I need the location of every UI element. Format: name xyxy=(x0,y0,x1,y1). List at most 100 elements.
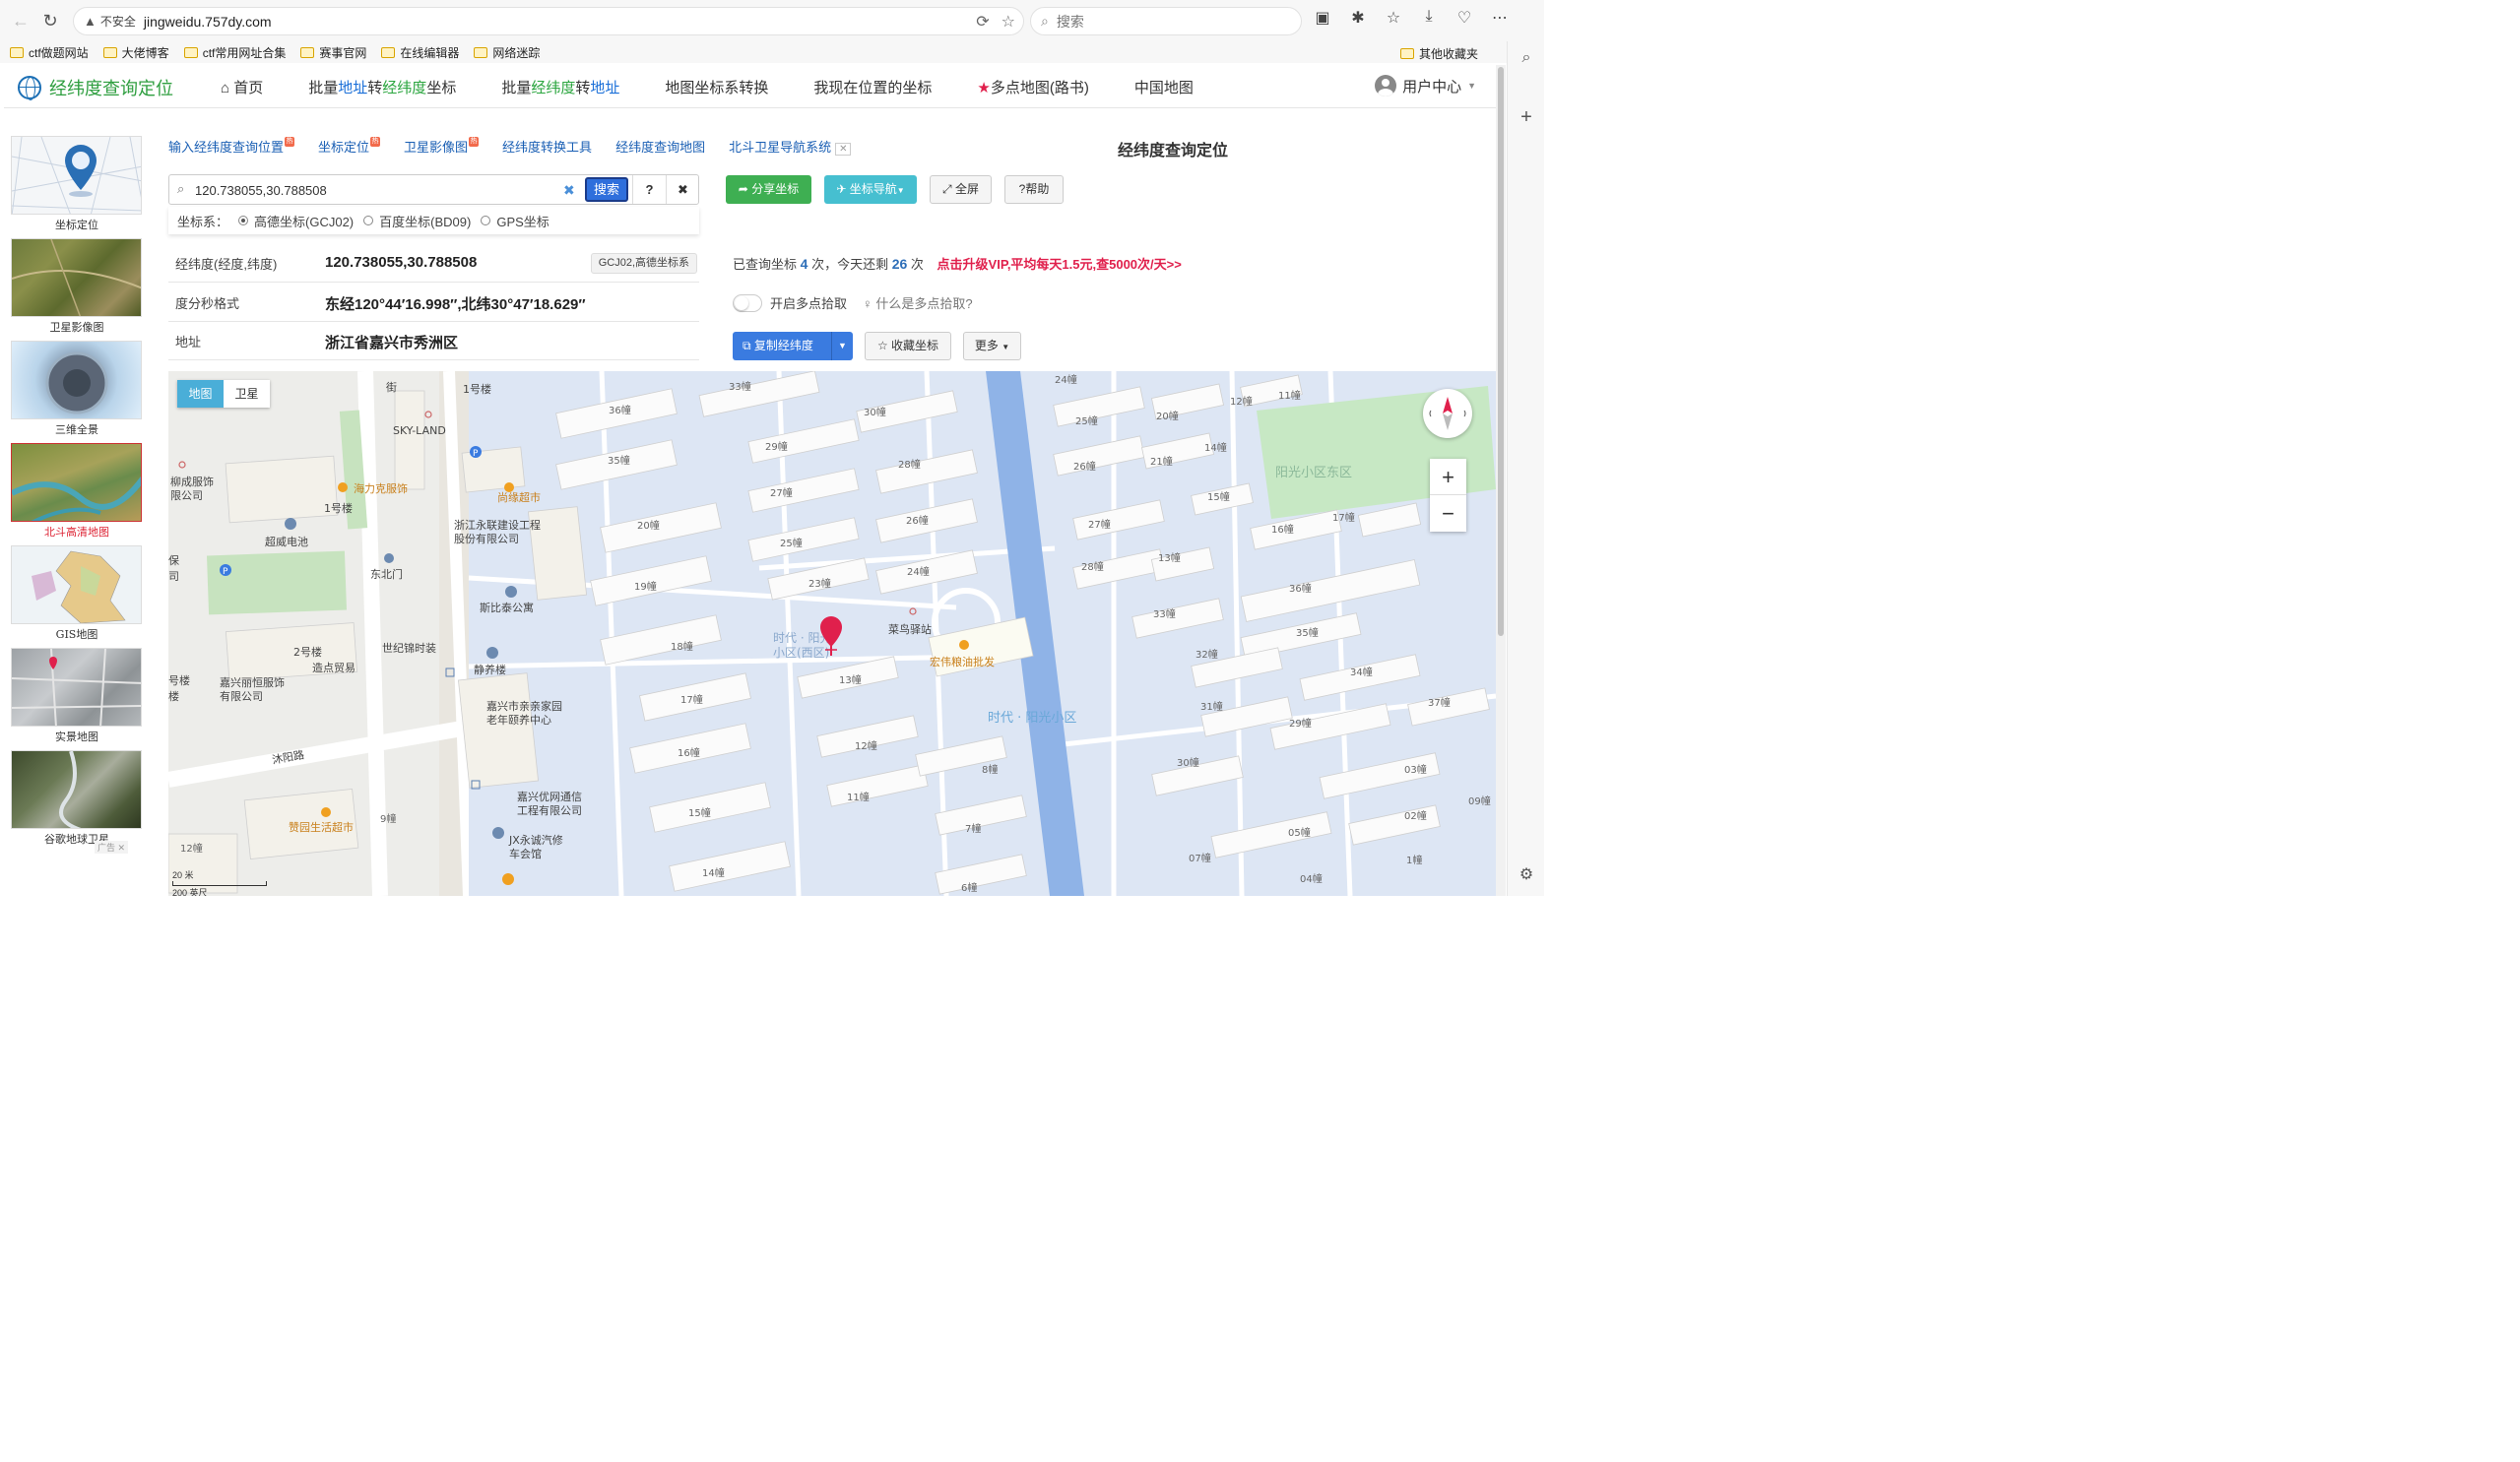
browser-toolbar: ← ↻ ▲ 不安全 jingweidu.757dy.com ⟳ ☆ ⌕ ▣ ✱ … xyxy=(0,0,1544,41)
nav-my-location[interactable]: 我现在位置的坐标 xyxy=(813,77,932,97)
map-label: 13幢 xyxy=(1158,553,1181,564)
multi-pick-toggle[interactable] xyxy=(733,293,762,312)
map-label: 11幢 xyxy=(847,793,870,803)
browser-search-box[interactable]: ⌕ xyxy=(1030,7,1302,35)
thumb-street-view[interactable]: 实景地图 xyxy=(11,648,143,744)
vip-upgrade-link[interactable]: 点击升级VIP,平均每天1.5元,查5000次/天>> xyxy=(937,257,1182,272)
fullscreen-button[interactable]: ⤢ 全屏 xyxy=(930,175,992,204)
bookmark-folder[interactable]: 大佬博客 xyxy=(102,44,169,61)
map-label: 尚缘超市 xyxy=(497,491,541,504)
search-icon[interactable]: ⌕ xyxy=(1518,49,1535,67)
help-button[interactable]: ?帮助 xyxy=(1004,175,1064,204)
link-coords-map[interactable]: 经纬度查询地图 xyxy=(615,137,705,156)
favorites-icon[interactable]: ☆ xyxy=(1383,8,1404,28)
coord-navigate-button[interactable]: ✈ 坐标导航▼ xyxy=(824,175,917,204)
extensions-icon[interactable]: ✱ xyxy=(1347,8,1369,28)
radio-gcj02[interactable] xyxy=(238,216,249,225)
link-convert-tool[interactable]: 经纬度转换工具 xyxy=(502,137,592,156)
more-button[interactable]: 更多 ▼ xyxy=(963,332,1021,360)
link-satellite-image[interactable]: 卫星影像图热 xyxy=(404,137,480,156)
link-input-coords[interactable]: 输入经纬度查询位置热 xyxy=(168,137,295,156)
map-label: 嘉兴市亲亲家园 老年颐养中心 xyxy=(486,700,562,727)
favorite-star-icon[interactable]: ☆ xyxy=(1002,12,1015,32)
bookmark-folder[interactable]: 在线编辑器 xyxy=(381,44,459,61)
map-label: 15幢 xyxy=(1207,492,1230,503)
compass-control[interactable] xyxy=(1423,389,1472,438)
lightbulb-icon: ♀ xyxy=(863,296,872,311)
back-icon[interactable]: ← xyxy=(6,6,35,35)
map-label: 1号楼 xyxy=(324,502,353,515)
favorite-coords-button[interactable]: ☆ 收藏坐标 xyxy=(865,332,951,360)
caret-down-icon[interactable]: ▼ xyxy=(831,332,853,360)
thumb-gis-map[interactable]: GIS地图 xyxy=(11,545,143,642)
search-help-button[interactable]: ? xyxy=(632,175,666,204)
nav-batch-coords-to-address[interactable]: 批量经纬度转地址 xyxy=(501,77,619,97)
translate-icon[interactable]: ⟳ xyxy=(976,12,989,32)
link-coordinate-locate[interactable]: 坐标定位热 xyxy=(318,137,381,156)
bookmark-label: ctf做题网站 xyxy=(29,45,89,60)
radio-gps[interactable] xyxy=(481,216,491,225)
settings-gear-icon[interactable]: ⚙ xyxy=(1518,864,1535,884)
info-row-dms: 度分秒格式 东经120°44′16.998″,北纬30°47′18.629″ xyxy=(168,284,699,322)
nav-coord-convert[interactable]: 地图坐标系转换 xyxy=(665,77,768,97)
coordinate-search-input[interactable] xyxy=(195,180,559,200)
thumb-coordinate-locate[interactable]: 坐标定位 xyxy=(11,136,143,232)
page-scrollbar[interactable] xyxy=(1496,65,1506,896)
zoom-in-button[interactable]: + xyxy=(1430,459,1466,495)
nav-batch-address-to-coords[interactable]: 批量地址转经纬度坐标 xyxy=(308,77,456,97)
map-label: 23幢 xyxy=(808,579,831,590)
bookmark-folder[interactable]: ctf常用网址合集 xyxy=(183,44,286,61)
ad-badge[interactable]: 广告 ✕ xyxy=(95,841,129,854)
thumb-caption: 三维全景 xyxy=(55,423,98,436)
nav-multi-point-map[interactable]: ★多点地图(路书) xyxy=(977,77,1088,97)
other-bookmarks[interactable]: 其他收藏夹 xyxy=(1399,45,1478,62)
thumb-satellite[interactable]: 卫星影像图 xyxy=(11,238,143,335)
link-beidou-nav[interactable]: 北斗卫星导航系统 ✕ xyxy=(729,137,852,156)
user-center-label: 用户中心 xyxy=(1402,78,1462,95)
map-canvas[interactable]: 33幢 30幢 36幢 29幢 35幢 28幢 27幢 26幢 20幢 25幢 … xyxy=(168,371,1496,896)
nav-china-map[interactable]: 中国地图 xyxy=(1134,77,1194,97)
bookmark-folder[interactable]: 网络迷踪 xyxy=(474,44,540,61)
map-label: 04幢 xyxy=(1300,874,1323,885)
bookmark-folder[interactable]: ctf做题网站 xyxy=(10,44,89,61)
reload-icon[interactable]: ↻ xyxy=(35,6,65,35)
reader-mode-icon[interactable]: ▣ xyxy=(1312,8,1333,28)
map-label: 海力克服饰 xyxy=(354,482,408,495)
more-menu-icon[interactable]: ⋯ xyxy=(1489,8,1511,28)
browser-sidebar: ⌕ + ⚙ xyxy=(1507,41,1544,896)
clear-input-icon[interactable]: ✖ xyxy=(563,182,575,199)
tab-satellite[interactable]: 卫星 xyxy=(224,380,270,408)
thumb-3d-panorama[interactable]: 三维全景 xyxy=(11,341,143,437)
download-icon[interactable]: ⤓ xyxy=(1418,8,1440,28)
close-icon[interactable]: ✕ xyxy=(835,143,852,156)
map-label: 33幢 xyxy=(729,382,751,393)
thumb-caption: GIS地图 xyxy=(55,628,98,641)
map-label: 18幢 xyxy=(671,642,693,653)
multi-pick-help-link[interactable]: ♀ 什么是多点拾取? xyxy=(863,293,973,312)
copy-coords-button[interactable]: ⧉ 复制经纬度 ▼ xyxy=(733,332,853,360)
thumb-google-earth[interactable]: 谷歌地球卫星 xyxy=(11,750,143,847)
search-button[interactable]: 搜索 xyxy=(585,177,628,202)
browser-essentials-icon[interactable]: ♡ xyxy=(1454,8,1475,28)
zoom-out-button[interactable]: − xyxy=(1430,495,1466,532)
info-row-lnglat: 经纬度(经度,纬度) 120.738055,30.788508 GCJ02,高德… xyxy=(168,244,699,283)
map-label: 29幢 xyxy=(1289,719,1312,730)
user-center-menu[interactable]: 用户中心 ▼ xyxy=(1375,75,1476,96)
map-label: 17幢 xyxy=(1332,513,1355,524)
thumb-beidou-hd-map[interactable]: 北斗高清地图 xyxy=(11,443,143,540)
browser-search-input[interactable] xyxy=(1056,13,1273,30)
address-bar[interactable]: ▲ 不安全 jingweidu.757dy.com ⟳ ☆ xyxy=(73,7,1024,35)
tab-map[interactable]: 地图 xyxy=(177,380,224,408)
site-logo[interactable]: 经纬度查询定位 xyxy=(18,75,173,100)
scroll-thumb[interactable] xyxy=(1498,67,1504,636)
add-icon[interactable]: + xyxy=(1518,106,1535,129)
bookmark-folder[interactable]: 赛事官网 xyxy=(300,44,366,61)
url-text[interactable]: jingweidu.757dy.com xyxy=(144,14,272,30)
globe-icon xyxy=(18,76,41,100)
nav-home[interactable]: ⌂ 首页 xyxy=(221,77,263,97)
search-close-button[interactable]: ✖ xyxy=(666,175,699,204)
site-header: 经纬度查询定位 ⌂ 首页 批量地址转经纬度坐标 批量经纬度转地址 地图坐标系转换… xyxy=(4,65,1496,108)
map-label: 9幢 xyxy=(380,814,397,825)
radio-bd09[interactable] xyxy=(363,216,374,225)
share-coords-button[interactable]: ➦ 分享坐标 xyxy=(726,175,811,204)
